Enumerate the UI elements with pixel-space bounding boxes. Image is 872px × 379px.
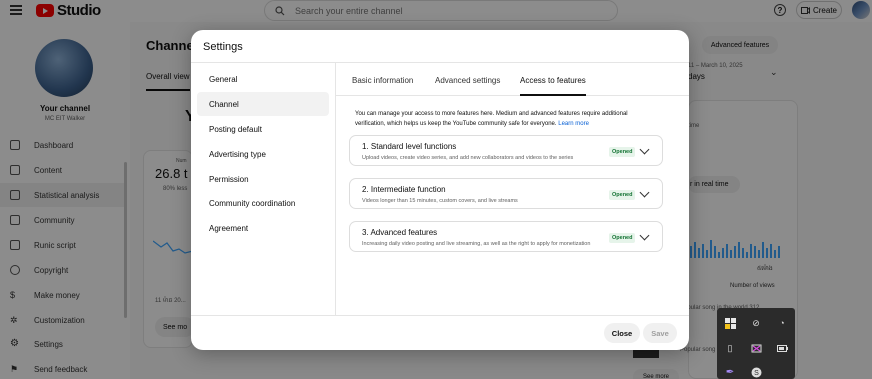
active-tab-indicator (520, 94, 586, 96)
usb-icon[interactable]: ▯ (724, 342, 736, 354)
settings-dialog: Settings General Channel Posting default… (191, 30, 689, 350)
settings-nav-agreement[interactable]: Agreement (197, 216, 329, 240)
status-badge: Opened (609, 147, 636, 157)
feature-title: 1. Standard level functions (362, 142, 457, 151)
chevron-down-icon[interactable] (639, 187, 650, 198)
divider (335, 63, 336, 315)
feature-card-intermediate[interactable]: 2. Intermediate function Videos longer t… (349, 178, 663, 209)
tab-basic-information[interactable]: Basic information (352, 76, 413, 85)
divider (191, 315, 689, 316)
settings-nav-permission[interactable]: Permission (197, 167, 329, 191)
svg-text:S: S (754, 370, 759, 377)
settings-nav-advertising-type[interactable]: Advertising type (197, 142, 329, 166)
divider (191, 62, 689, 63)
divider (336, 95, 689, 96)
access-intro-text: You can manage your access to more featu… (355, 109, 655, 129)
feature-description: Upload videos, create video series, and … (362, 155, 574, 161)
save-button[interactable]: Save (643, 323, 677, 343)
tab-access-to-features[interactable]: Access to features (520, 76, 586, 85)
chevron-down-icon[interactable] (639, 144, 650, 155)
network-off-icon[interactable]: ⊘ (750, 317, 762, 329)
settings-nav-posting-default[interactable]: Posting default (197, 117, 329, 141)
dialog-title: Settings (203, 41, 243, 53)
tab-advanced-settings[interactable]: Advanced settings (435, 76, 500, 85)
close-button[interactable]: Close (604, 323, 640, 343)
settings-nav-channel[interactable]: Channel (197, 92, 329, 116)
pen-icon[interactable]: ✒ (724, 366, 736, 378)
wifi-icon[interactable]: ◔ (776, 317, 788, 329)
learn-more-link[interactable]: Learn more (558, 121, 589, 127)
feature-card-advanced[interactable]: 3. Advanced features Increasing daily vi… (349, 221, 663, 252)
battery-icon[interactable] (776, 342, 788, 354)
skype-icon[interactable]: S (750, 366, 762, 378)
system-tray-popup: ⊘ ◔ ▯ ✒ S (717, 308, 795, 379)
feature-description: Videos longer than 15 minutes, custom co… (362, 198, 518, 204)
status-badge: Opened (609, 190, 636, 200)
feature-title: 3. Advanced features (362, 228, 438, 237)
security-shield-icon[interactable] (724, 317, 736, 329)
feature-description: Increasing daily video posting and live … (362, 241, 591, 247)
status-badge: Opened (609, 233, 636, 243)
settings-nav-community-coordination[interactable]: Community coordination (197, 191, 329, 215)
feature-title: 2. Intermediate function (362, 185, 446, 194)
media-icon[interactable] (750, 342, 762, 354)
feature-card-standard[interactable]: 1. Standard level functions Upload video… (349, 135, 663, 166)
chevron-down-icon[interactable] (639, 230, 650, 241)
settings-nav-general[interactable]: General (197, 67, 329, 91)
